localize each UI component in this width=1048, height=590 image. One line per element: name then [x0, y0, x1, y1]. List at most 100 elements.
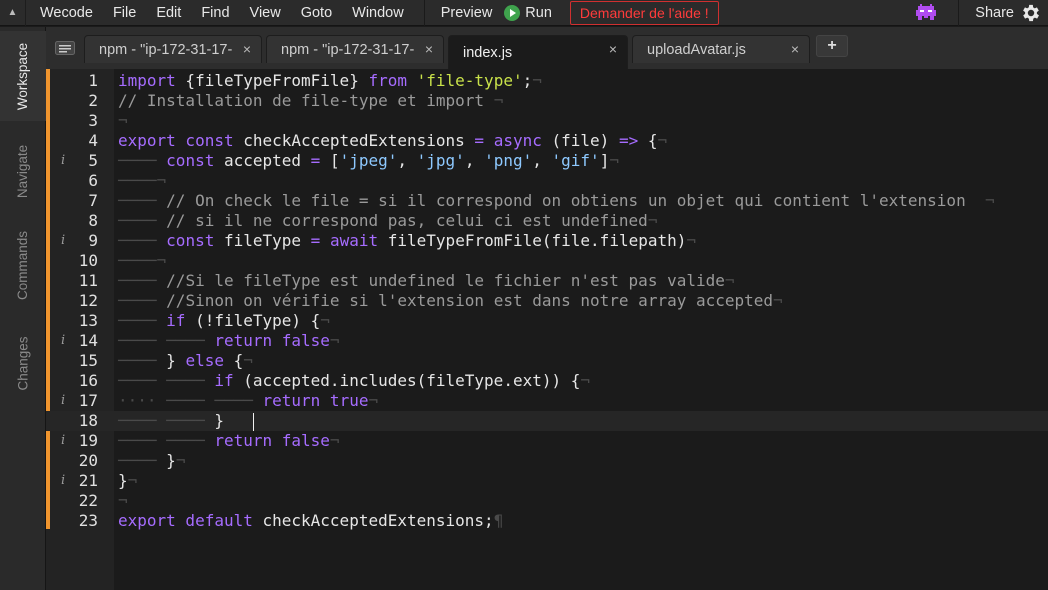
gear-icon[interactable] — [1020, 2, 1042, 24]
line-number: 6 — [88, 171, 98, 190]
code-text: ──── ──── if (accepted.includes(fileType… — [118, 371, 591, 390]
menu-goto[interactable]: Goto — [291, 0, 342, 26]
menu-wecode[interactable]: Wecode — [26, 0, 103, 26]
line-number: 10 — [78, 251, 98, 270]
line-number: 12 — [78, 291, 98, 310]
tab-upload-avatar-js[interactable]: uploadAvatar.js × — [632, 35, 810, 63]
line-number: 3 — [88, 111, 98, 130]
code-line[interactable]: 23 export default checkAcceptedExtensions… — [46, 511, 1048, 531]
menu-edit[interactable]: Edit — [146, 0, 191, 26]
info-marker-icon[interactable]: i — [61, 471, 71, 491]
line-number: 2 — [88, 91, 98, 110]
code-line[interactable]: 20 ──── }¬ — [46, 451, 1048, 471]
code-line[interactable]: 11 ──── //Si le fileType est undefined le… — [46, 271, 1048, 291]
code-text: ────¬ — [118, 171, 167, 190]
add-tab-button[interactable]: + — [816, 35, 848, 57]
info-marker-icon[interactable]: i — [61, 391, 71, 411]
info-marker-icon[interactable]: i — [61, 231, 71, 251]
menu-bar: ▲ Wecode File Edit Find View Goto Window… — [0, 0, 1048, 26]
code-line[interactable]: 13 ──── if (!fileType) {¬ — [46, 311, 1048, 331]
code-line[interactable]: 8 ──── // si il ne correspond pas, celui … — [46, 211, 1048, 231]
menu-divider — [423, 0, 425, 26]
help-button[interactable]: Demander de l'aide ! — [569, 0, 719, 25]
code-line[interactable]: 19 i ──── ──── return false¬ — [46, 431, 1048, 451]
code-line[interactable]: 5 i ──── const accepted = ['jpeg', 'jpg', … — [46, 151, 1048, 171]
sidebar: Workspace Navigate Commands Changes — [0, 27, 46, 590]
code-line[interactable]: 7 ──── // On check le file = si il corres… — [46, 191, 1048, 211]
tab-label: uploadAvatar.js — [647, 41, 746, 58]
tab-index-js[interactable]: index.js × — [448, 35, 628, 69]
info-marker-icon[interactable]: i — [61, 431, 71, 451]
line-number: 13 — [78, 311, 98, 330]
code-text: ──── ──── return false¬ — [118, 431, 340, 450]
tab-label: npm - "ip-172-31-17- — [99, 41, 233, 58]
code-line[interactable]: 1 import {fileTypeFromFile} from 'file-ty… — [46, 71, 1048, 91]
code-text: ──── if (!fileType) {¬ — [118, 311, 330, 330]
menu-file[interactable]: File — [103, 0, 146, 26]
code-line[interactable]: 12 ──── //Sinon on vérifie si l'extension… — [46, 291, 1048, 311]
tab-label: npm - "ip-172-31-17- — [281, 41, 415, 58]
menu-window[interactable]: Window — [342, 0, 414, 26]
code-line[interactable]: 22 ¬ — [46, 491, 1048, 511]
close-icon[interactable]: × — [791, 41, 799, 57]
sidebar-tab-workspace[interactable]: Workspace — [0, 31, 46, 121]
code-text: export const checkAcceptedExtensions = a… — [118, 131, 668, 150]
code-line[interactable]: 14 i ──── ──── return false¬ — [46, 331, 1048, 351]
menu-view[interactable]: View — [240, 0, 291, 26]
line-number: 8 — [88, 211, 98, 230]
code-text: ──── ──── } — [118, 411, 254, 431]
code-text: ──── const accepted = ['jpeg', 'jpg', 'p… — [118, 151, 619, 170]
line-number: 14 — [78, 331, 98, 350]
pixel-avatar-icon — [916, 4, 937, 20]
tab-list-icon — [55, 41, 75, 55]
code-text: ──── // On check le file = si il corresp… — [118, 191, 995, 210]
code-text: export default checkAcceptedExtensions;¶ — [118, 511, 504, 530]
code-text: ──── const fileType = await fileTypeFrom… — [118, 231, 697, 250]
code-text: ¬ — [118, 111, 128, 130]
line-number: 11 — [78, 271, 98, 290]
code-text: ──── //Si le fileType est undefined le f… — [118, 271, 735, 290]
tab-list-menu-button[interactable] — [50, 36, 80, 60]
menu-find[interactable]: Find — [191, 0, 239, 26]
run-button[interactable]: Run — [504, 4, 564, 21]
tab-label: index.js — [463, 44, 513, 61]
code-line[interactable]: 18 ──── ──── } — [46, 411, 1048, 431]
preview-button[interactable]: Preview — [435, 5, 505, 21]
avatar[interactable] — [914, 1, 938, 25]
code-line[interactable]: 17 i ···· ──── ──── return true¬ — [46, 391, 1048, 411]
sidebar-tab-changes[interactable]: Changes — [0, 323, 46, 403]
code-editor[interactable]: 1 import {fileTypeFromFile} from 'file-ty… — [46, 69, 1048, 590]
line-number: 9 — [88, 231, 98, 250]
sidebar-tab-commands[interactable]: Commands — [0, 219, 46, 311]
line-number: 5 — [88, 151, 98, 170]
code-area[interactable]: 1 import {fileTypeFromFile} from 'file-ty… — [46, 69, 1048, 590]
code-line[interactable]: 16 ──── ──── if (accepted.includes(fileTy… — [46, 371, 1048, 391]
code-line[interactable]: 10 ────¬ — [46, 251, 1048, 271]
share-button[interactable]: Share — [959, 5, 1020, 21]
code-line[interactable]: 9 i ──── const fileType = await fileTypeFr… — [46, 231, 1048, 251]
close-icon[interactable]: × — [609, 41, 617, 57]
close-icon[interactable]: × — [243, 41, 251, 57]
code-text: ¬ — [118, 491, 128, 510]
info-marker-icon[interactable]: i — [61, 331, 71, 351]
line-number: 19 — [78, 431, 98, 450]
collapse-arrow-icon[interactable]: ▲ — [0, 0, 26, 26]
editor-tab-bar: npm - "ip-172-31-17- × npm - "ip-172-31-… — [46, 27, 1048, 69]
code-text: ──── }¬ — [118, 451, 186, 470]
code-line[interactable]: 4 export const checkAcceptedExtensions = … — [46, 131, 1048, 151]
code-line[interactable]: 2 // Installation de file-type et import … — [46, 91, 1048, 111]
code-line[interactable]: 6 ────¬ — [46, 171, 1048, 191]
code-line[interactable]: 21 i}¬ — [46, 471, 1048, 491]
code-line[interactable]: 3 ¬ — [46, 111, 1048, 131]
close-icon[interactable]: × — [425, 41, 433, 57]
tab-terminal-2[interactable]: npm - "ip-172-31-17- × — [266, 35, 444, 63]
sidebar-tab-navigate[interactable]: Navigate — [0, 131, 46, 211]
code-text: ──── } else {¬ — [118, 351, 253, 370]
line-number: 17 — [78, 391, 98, 410]
tab-terminal-1[interactable]: npm - "ip-172-31-17- × — [84, 35, 262, 63]
code-text: // Installation de file-type et import ¬ — [118, 91, 504, 110]
line-number: 23 — [78, 511, 98, 530]
code-line[interactable]: 15 ──── } else {¬ — [46, 351, 1048, 371]
info-marker-icon[interactable]: i — [61, 151, 71, 171]
code-text: ···· ──── ──── return true¬ — [118, 391, 379, 410]
